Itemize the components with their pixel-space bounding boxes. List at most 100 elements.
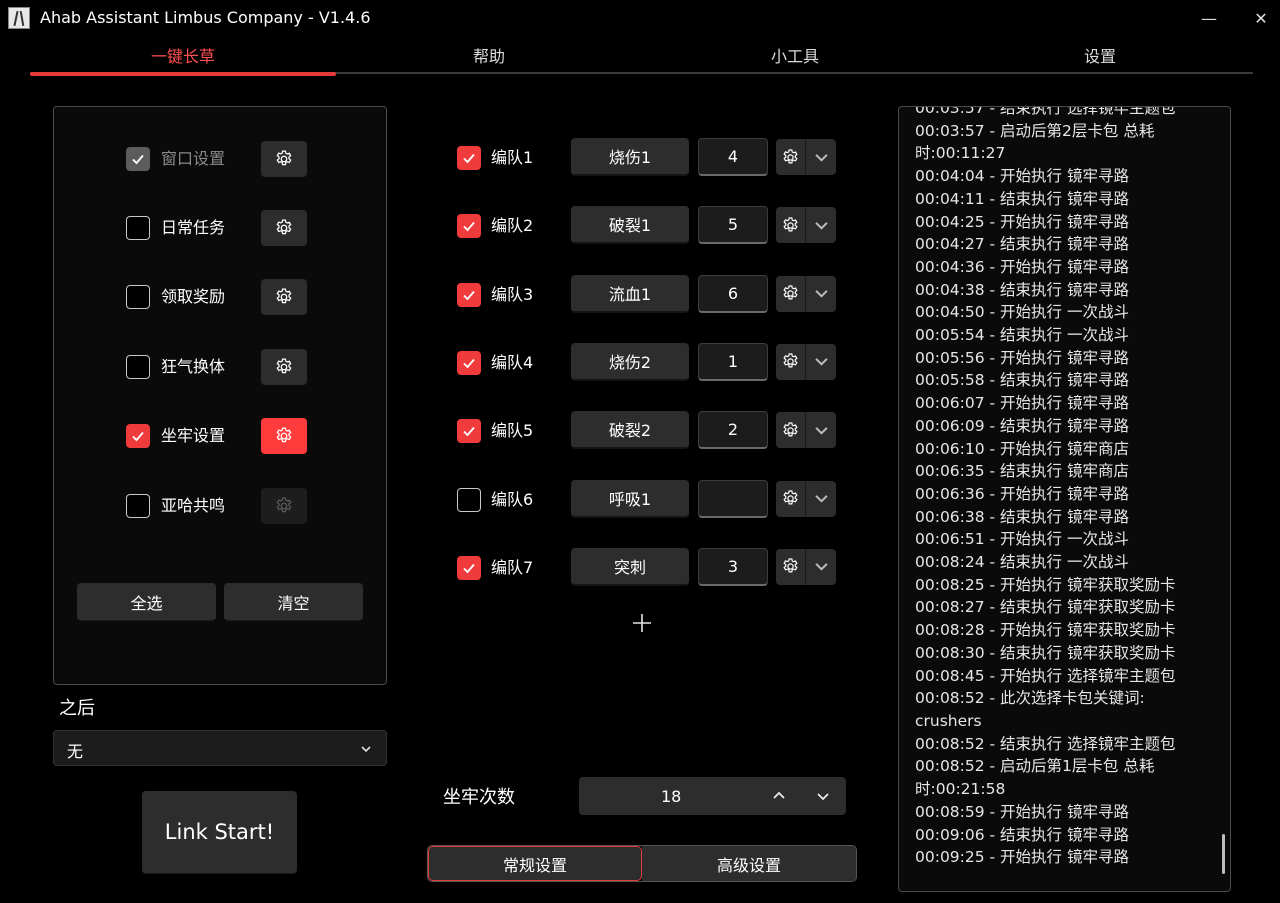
team-order-input[interactable] — [698, 479, 768, 518]
team-settings-split-button[interactable] — [776, 480, 836, 517]
task-settings-button[interactable] — [261, 349, 307, 385]
task-checkbox[interactable] — [126, 355, 150, 379]
task-label: 窗口设置 — [161, 149, 226, 168]
gear-icon — [783, 148, 798, 163]
check-icon — [132, 431, 144, 442]
task-settings-button[interactable] — [261, 488, 307, 524]
gear-icon — [276, 288, 292, 304]
select-all-button[interactable]: 全选 — [77, 583, 216, 621]
log-scrollbar[interactable] — [1222, 834, 1225, 874]
chevron-down-icon[interactable] — [812, 489, 831, 508]
team-checkbox[interactable] — [457, 282, 481, 307]
close-button[interactable]: ✕ — [1238, 0, 1280, 36]
chevron-down-icon[interactable] — [812, 557, 831, 576]
gear-icon — [783, 353, 798, 368]
team-order-input[interactable]: 5 — [698, 206, 768, 245]
check-icon — [132, 154, 144, 165]
team-checkbox[interactable] — [457, 214, 481, 239]
team-checkbox[interactable] — [457, 146, 481, 170]
clear-button[interactable]: 清空 — [224, 583, 363, 621]
team-label: 编队2 — [491, 216, 534, 236]
team-settings-split-button[interactable] — [776, 207, 836, 244]
chevron-down-icon[interactable] — [812, 148, 831, 167]
team-order-input[interactable]: 6 — [698, 274, 768, 313]
chevron-up-icon[interactable] — [771, 788, 787, 804]
chevron-down-icon[interactable] — [812, 352, 831, 371]
check-icon — [463, 563, 475, 574]
task-checkbox[interactable] — [126, 216, 150, 240]
settings-mode-toggle: 常规设置 高级设置 — [427, 845, 857, 882]
check-icon — [463, 222, 475, 232]
link-start-button[interactable]: Link Start! — [142, 791, 297, 874]
log-line: 00:06:09 - 结束执行 镜牢寻路 — [915, 416, 1129, 435]
task-checkbox[interactable] — [126, 285, 150, 309]
log-line: 00:03:57 - 启动后第2层卡包 总耗 — [915, 121, 1155, 140]
team-label: 编队4 — [491, 352, 534, 372]
chevron-down-icon[interactable] — [812, 284, 831, 303]
team-name-button[interactable]: 破裂2 — [571, 411, 689, 450]
team-name-button[interactable]: 烧伤1 — [571, 138, 689, 176]
log-line: 00:08:30 - 结束执行 镜牢获取奖励卡 — [915, 643, 1176, 662]
chevron-down-icon[interactable] — [815, 788, 831, 804]
chevron-down-icon[interactable] — [812, 216, 831, 235]
gear-icon — [276, 358, 292, 374]
team-settings-split-button[interactable] — [776, 343, 836, 380]
count-stepper[interactable]: 18 — [579, 777, 846, 815]
add-team-button[interactable] — [630, 611, 654, 635]
tab-help[interactable]: 帮助 — [336, 46, 642, 68]
task-checkbox[interactable] — [126, 494, 150, 518]
minimize-button[interactable]: — — [1186, 0, 1232, 36]
task-settings-button[interactable] — [261, 210, 307, 246]
chevron-down-icon — [361, 746, 371, 753]
team-settings-split-button[interactable] — [776, 412, 836, 449]
team-name-button[interactable]: 烧伤2 — [571, 342, 689, 381]
advanced-settings-tab[interactable]: 高级设置 — [642, 846, 856, 881]
check-icon — [463, 290, 475, 300]
normal-settings-tab[interactable]: 常规设置 — [428, 846, 642, 881]
log-line: 00:09:06 - 结束执行 镜牢寻路 — [915, 825, 1129, 844]
log-line: 00:06:38 - 结束执行 镜牢寻路 — [915, 507, 1129, 526]
log-line: 00:08:25 - 开始执行 镜牢获取奖励卡 — [915, 575, 1176, 594]
team-checkbox[interactable] — [457, 350, 481, 375]
task-settings-button[interactable] — [261, 279, 307, 315]
log-line: 00:08:59 - 开始执行 镜牢寻路 — [915, 802, 1129, 821]
team-checkbox[interactable] — [457, 555, 481, 580]
tab-one-click[interactable]: 一键长草 — [30, 46, 336, 68]
log-line: 00:06:36 - 开始执行 镜牢寻路 — [915, 484, 1129, 503]
after-dropdown[interactable]: 无 — [53, 730, 387, 766]
chevron-down-icon[interactable] — [812, 421, 831, 440]
log-line: 00:04:11 - 结束执行 镜牢寻路 — [915, 189, 1129, 208]
team-name-button[interactable]: 呼吸1 — [571, 479, 689, 518]
log-line: 00:04:04 - 开始执行 镜牢寻路 — [915, 167, 1129, 186]
log-panel[interactable]: 00:03:57 - 结束执行 选择镜牢主题包 00:03:57 - 启动后第2层… — [898, 106, 1231, 892]
tab-settings[interactable]: 设置 — [947, 46, 1253, 68]
task-settings-button[interactable] — [261, 418, 307, 454]
gear-icon — [783, 285, 798, 300]
log-line: 00:04:50 - 开始执行 一次战斗 — [915, 303, 1129, 322]
task-settings-button[interactable] — [261, 141, 307, 177]
team-order-input[interactable]: 4 — [698, 138, 768, 176]
team-settings-split-button[interactable] — [776, 139, 836, 175]
task-checkbox[interactable] — [126, 424, 150, 448]
team-name-button[interactable]: 突刺 — [571, 547, 689, 586]
team-settings-split-button[interactable] — [776, 275, 836, 312]
check-icon — [463, 358, 475, 369]
active-tab-indicator — [30, 72, 336, 76]
team-checkbox[interactable] — [457, 487, 481, 512]
team-checkbox[interactable] — [457, 419, 481, 444]
log-line: 00:05:56 - 开始执行 镜牢寻路 — [915, 348, 1129, 367]
tab-tools[interactable]: 小工具 — [642, 46, 948, 68]
team-order-input[interactable]: 2 — [698, 411, 768, 450]
log-line: 00:08:52 - 结束执行 选择镜牢主题包 — [915, 734, 1176, 753]
team-settings-split-button[interactable] — [776, 548, 836, 585]
gear-icon — [783, 217, 798, 232]
task-label: 亚哈共鸣 — [161, 496, 226, 515]
team-order-input[interactable]: 1 — [698, 342, 768, 381]
task-checkbox[interactable] — [126, 147, 150, 171]
team-label: 编队5 — [491, 421, 534, 441]
count-label: 坐牢次数 — [443, 787, 515, 808]
team-name-button[interactable]: 流血1 — [571, 274, 689, 313]
team-name-button[interactable]: 破裂1 — [571, 206, 689, 245]
team-order-input[interactable]: 3 — [698, 547, 768, 586]
log-line: 00:06:07 - 开始执行 镜牢寻路 — [915, 394, 1129, 413]
